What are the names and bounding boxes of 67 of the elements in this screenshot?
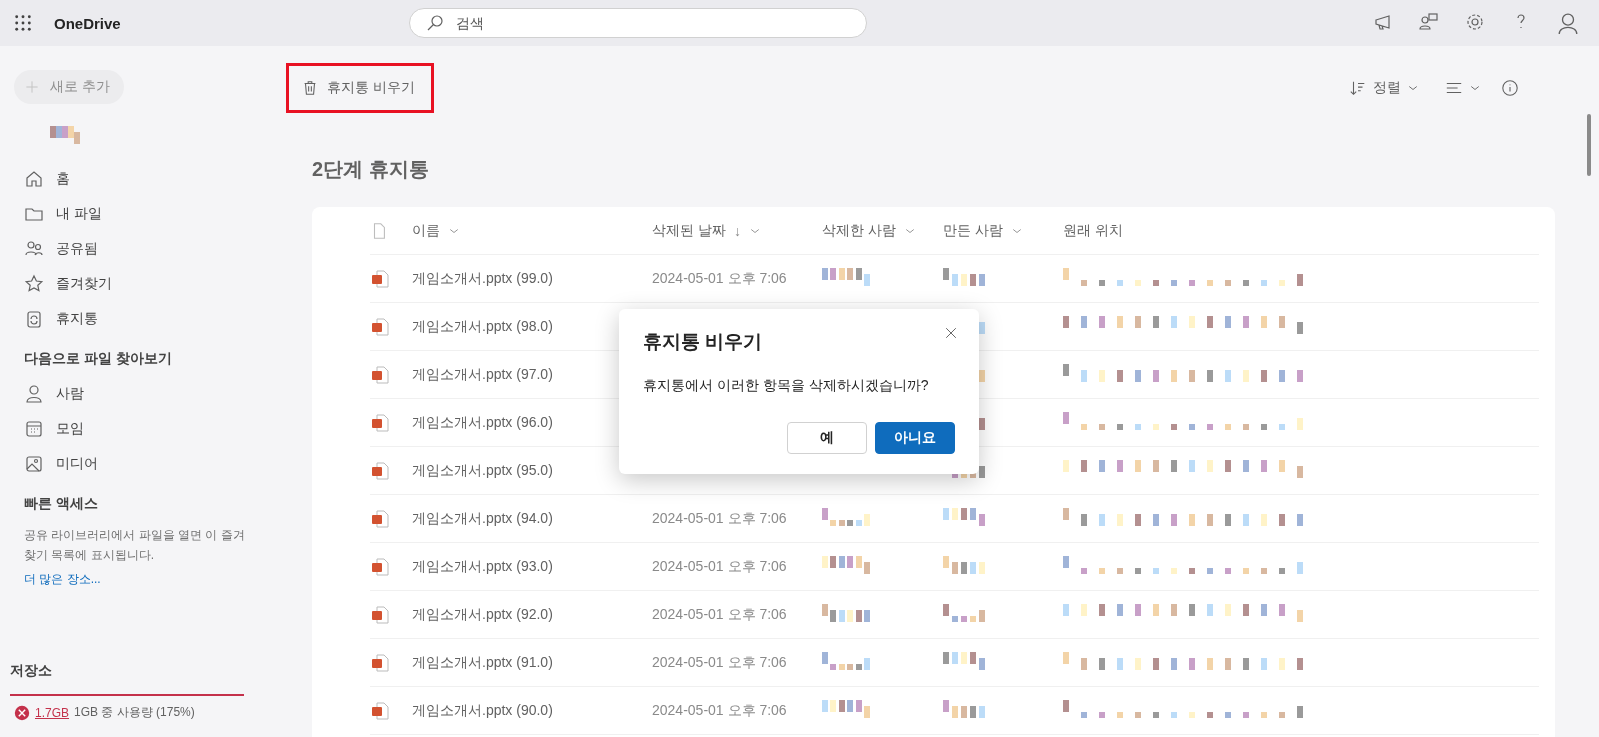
image-icon <box>24 453 44 474</box>
powerpoint-file-icon <box>370 316 390 337</box>
file-name[interactable]: 게임소개서.pptx (99.0) <box>412 269 652 288</box>
nav-item[interactable]: 내 파일 <box>14 196 248 231</box>
deleted-date: 2024-05-01 오후 7:06 <box>652 653 788 672</box>
calendar-icon <box>24 418 44 439</box>
dialog-title: 휴지통 비우기 <box>643 330 763 354</box>
section-heading: 다음으로 파일 찾아보기 <box>24 350 173 368</box>
info-text: 공유 라이브러리에서 파일을 열면 이 즐겨찾기 목록에 표시됩니다. <box>24 527 246 564</box>
storage-used-link[interactable]: 1.7GB <box>35 705 70 720</box>
column-header[interactable]: 만든 사람 <box>943 221 1063 240</box>
column-header[interactable]: 삭제한 사람 <box>822 221 943 240</box>
plus-icon <box>24 79 40 95</box>
file-name[interactable]: 게임소개서.pptx (93.0) <box>412 557 652 576</box>
powerpoint-file-icon <box>370 652 390 673</box>
nav-item[interactable]: 공유됨 <box>14 231 248 266</box>
deleted-date: 2024-05-01 오후 7:06 <box>652 701 788 720</box>
page-title: 2단계 휴지통 <box>312 157 430 182</box>
storage-heading: 저장소 <box>10 662 53 680</box>
yes-button[interactable]: 예 <box>787 422 867 454</box>
search-field[interactable]: 검색 <box>408 8 867 38</box>
sort-button[interactable]: 정렬 <box>1343 78 1425 98</box>
dialog-message: 휴지통에서 이러한 항목을 삭제하시겠습니까? <box>643 377 930 395</box>
deleted-date: 2024-05-01 오후 7:06 <box>652 509 788 528</box>
powerpoint-file-icon <box>370 460 390 481</box>
nav-item[interactable]: 즐겨찾기 <box>14 266 248 301</box>
nav-item[interactable]: 미디어 <box>14 446 248 481</box>
nav-item[interactable]: 모임 <box>14 411 248 446</box>
powerpoint-file-icon <box>370 700 390 721</box>
no-button[interactable]: 아니요 <box>875 422 955 454</box>
close-icon[interactable] <box>943 325 959 341</box>
nav-item[interactable]: 휴지통 <box>14 301 248 336</box>
account-icon[interactable] <box>1557 12 1579 34</box>
powerpoint-file-icon <box>370 604 390 625</box>
file-name[interactable]: 게임소개서.pptx (92.0) <box>412 605 652 624</box>
column-header[interactable]: 이름 <box>412 221 652 240</box>
file-name[interactable]: 게임소개서.pptx (90.0) <box>412 701 652 720</box>
file-name[interactable]: 게임소개서.pptx (91.0) <box>412 653 652 672</box>
powerpoint-file-icon <box>370 556 390 577</box>
deleted-date: 2024-05-01 오후 7:06 <box>652 269 788 288</box>
nav-item[interactable]: 홈 <box>14 161 248 196</box>
recycle-bin-icon <box>24 308 44 329</box>
section-heading: 빠른 액세스 <box>24 495 99 513</box>
powerpoint-file-icon <box>370 364 390 385</box>
deleted-date: 2024-05-01 오후 7:06 <box>652 605 788 624</box>
powerpoint-file-icon <box>370 412 390 433</box>
powerpoint-file-icon <box>370 508 390 529</box>
sort-icon <box>1349 79 1367 97</box>
column-header[interactable]: 원래 위치 <box>1063 221 1539 240</box>
app-launcher-icon[interactable] <box>14 14 32 32</box>
feedback-icon[interactable] <box>1419 12 1439 32</box>
storage-detail: 1GB 중 사용량 (175%) <box>74 704 195 721</box>
deleted-date: 2024-05-01 오후 7:06 <box>652 557 788 576</box>
info-icon[interactable] <box>1501 79 1519 97</box>
powerpoint-file-icon <box>370 268 390 289</box>
error-icon <box>14 704 30 721</box>
file-name[interactable]: 게임소개서.pptx (94.0) <box>412 509 652 528</box>
settings-icon[interactable] <box>1465 12 1485 32</box>
app-name: OneDrive <box>54 14 121 32</box>
person-icon <box>24 383 44 404</box>
more-places-link[interactable]: 더 많은 장소... <box>24 571 248 588</box>
nav-item[interactable]: 사람 <box>14 376 248 411</box>
star-icon <box>24 273 44 294</box>
scrollbar-thumb[interactable] <box>1587 114 1591 176</box>
empty-recycle-bin-button[interactable]: 휴지통 비우기 <box>286 63 434 113</box>
column-header[interactable]: 삭제된 날짜 ↓ <box>652 221 822 240</box>
megaphone-icon[interactable] <box>1373 12 1393 32</box>
